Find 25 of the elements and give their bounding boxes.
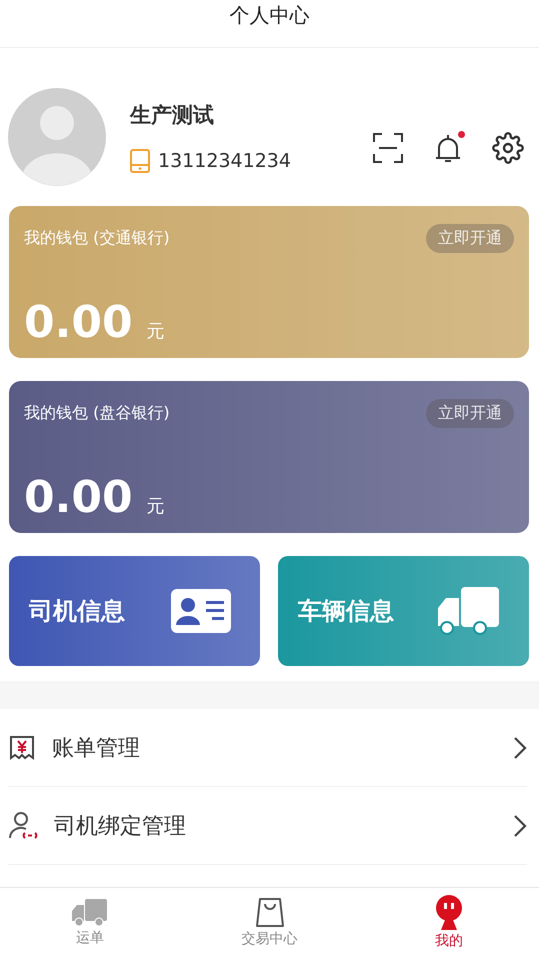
phone-number: 13112341234 xyxy=(158,150,291,172)
user-link-icon xyxy=(8,810,38,840)
chevron-right-icon xyxy=(513,736,527,760)
wallet-title: 我的钱包 (交通银行) xyxy=(24,228,170,249)
chevron-right-icon xyxy=(513,814,527,838)
phone-icon xyxy=(130,149,150,173)
currency-unit: 元 xyxy=(146,495,165,518)
currency-unit: 元 xyxy=(146,320,165,343)
activate-button[interactable]: 立即开通 xyxy=(426,224,514,253)
wallet-amount: 0.00 xyxy=(24,472,133,523)
user-name: 生产测试 xyxy=(130,102,215,129)
scan-button[interactable] xyxy=(371,131,405,165)
wallet-amount: 0.00 xyxy=(24,297,133,348)
truck-icon xyxy=(70,896,109,926)
avatar-icon xyxy=(8,88,106,186)
shopping-bag-icon xyxy=(254,896,286,928)
truck-icon xyxy=(435,586,501,636)
wallet-title: 我的钱包 (盘谷银行) xyxy=(24,403,170,424)
id-card-icon xyxy=(170,588,232,634)
settings-button[interactable] xyxy=(491,131,525,165)
page-title: 个人中心 xyxy=(230,2,310,29)
info-card[interactable]: 司机信息 xyxy=(9,556,260,666)
receipt-icon xyxy=(8,734,36,762)
activate-button[interactable]: 立即开通 xyxy=(426,399,514,428)
info-card[interactable]: 车辆信息 xyxy=(278,556,529,666)
